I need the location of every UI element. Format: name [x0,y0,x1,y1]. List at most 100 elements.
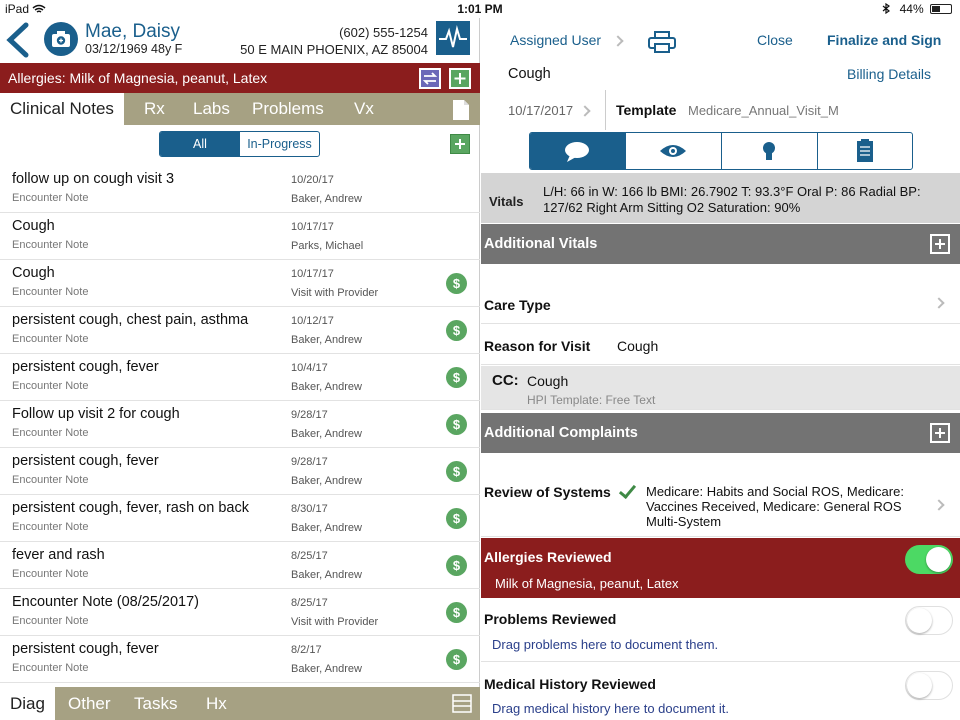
swap-button[interactable] [419,68,441,89]
ideas-view-button[interactable] [721,133,817,169]
close-button[interactable]: Close [757,32,793,48]
battery-icon [930,4,952,14]
add-allergy-button[interactable] [449,68,471,89]
note-list-item[interactable]: Cough Encounter Note 10/17/17 Parks, Michae… [0,213,480,260]
tab-rx[interactable]: Rx [144,93,165,125]
reason-row[interactable]: Reason for Visit Cough [481,325,960,365]
view-switcher [529,132,913,170]
tab-problems[interactable]: Problems [252,93,324,125]
note-provider: Baker, Andrew [291,193,362,205]
battery-status: 44% [882,2,952,16]
battery-percent: 44% [899,2,924,16]
chat-view-button[interactable] [530,133,625,169]
vitals-value: L/H: 66 in W: 166 lb BMI: 26.7902 T: 93.… [543,184,921,215]
note-type: Encounter Note [12,380,89,392]
printer-icon[interactable] [647,30,677,54]
note-title: persistent cough, fever, rash on back [12,500,249,516]
note-list-item[interactable]: Follow up visit 2 for cough Encounter Not… [0,401,480,448]
care-type-row[interactable]: Care Type [481,284,960,324]
eye-icon [660,145,686,157]
note-type: Encounter Note [12,192,89,204]
tab-tasks[interactable]: Tasks [134,687,177,720]
layout-toggle-icon[interactable] [452,694,472,713]
note-list-item[interactable]: persistent cough, fever Encounter Note 10/… [0,354,480,401]
note-list-item[interactable]: persistent cough, fever Encounter Note 8/2… [0,636,480,683]
vitals-row[interactable]: Vitals L/H: 66 in W: 166 lb BMI: 26.7902… [481,173,960,223]
template-label: Template [616,102,677,118]
note-type: Encounter Note [12,286,89,298]
lightbulb-icon [763,142,775,160]
note-provider: Baker, Andrew [291,475,362,487]
tab-labs[interactable]: Labs [193,93,230,125]
patient-avatar[interactable] [44,22,78,56]
medhx-drop-hint[interactable]: Drag medical history here to document it… [492,701,729,716]
status-bar: iPad 1:01 PM 44% [0,0,960,18]
template-value[interactable]: Medicare_Annual_Visit_M [688,103,839,118]
tab-other[interactable]: Other [68,687,111,720]
note-list-item[interactable]: follow up on cough visit 3 Encounter Note… [0,166,480,213]
patient-name[interactable]: Mae, Daisy [85,21,180,43]
billing-details-link[interactable]: Billing Details [847,66,931,82]
note-list-item[interactable]: persistent cough, chest pain, asthma Enco… [0,307,480,354]
document-icon[interactable] [452,99,470,121]
billing-dollar-icon[interactable]: $ [446,414,467,435]
hpi-template: HPI Template: Free Text [527,393,656,407]
note-provider: Visit with Provider [291,287,379,299]
note-provider: Visit with Provider [291,616,379,628]
billing-dollar-icon[interactable]: $ [446,508,467,529]
add-note-button[interactable] [450,134,470,154]
allergies-reviewed-toggle[interactable] [905,545,953,574]
tab-diag[interactable]: Diag [0,687,55,720]
tab-hx[interactable]: Hx [206,687,227,720]
note-date: 8/30/17 [291,503,328,515]
additional-complaints-label: Additional Complaints [484,425,638,441]
problems-reviewed-toggle[interactable] [905,606,953,635]
tab-clinical-notes[interactable]: Clinical Notes [0,93,124,125]
finalize-sign-button[interactable]: Finalize and Sign [827,32,941,48]
preview-view-button[interactable] [625,133,721,169]
medhx-reviewed-label: Medical History Reviewed [484,676,656,692]
billing-dollar-icon[interactable]: $ [446,649,467,670]
note-title: persistent cough, fever [12,641,159,657]
note-title: fever and rash [12,547,105,563]
allergies-list: Milk of Magnesia, peanut, Latex [495,576,679,591]
patient-dob: 03/12/1969 48y F [85,42,183,56]
problems-reviewed-label: Problems Reviewed [484,611,617,627]
filter-all[interactable]: All [160,132,240,156]
tab-vx[interactable]: Vx [354,93,374,125]
note-type: Encounter Note [12,239,89,251]
add-complaint-button[interactable] [930,423,950,443]
note-list-item[interactable]: Encounter Note (08/25/2017) Encounter Not… [0,589,480,636]
clipboard-icon [857,139,873,162]
billing-dollar-icon[interactable]: $ [446,602,467,623]
back-chevron-icon[interactable] [4,22,32,58]
visit-title: Cough [508,66,551,82]
billing-dollar-icon[interactable]: $ [446,273,467,294]
review-of-systems-row[interactable]: Review of Systems Medicare: Habits and S… [481,471,960,537]
billing-dollar-icon[interactable]: $ [446,367,467,388]
filter-in-progress[interactable]: In-Progress [240,132,319,156]
billing-dollar-icon[interactable]: $ [446,320,467,341]
assigned-user-link[interactable]: Assigned User [510,32,601,48]
problems-reviewed-row: Problems Reviewed Drag problems here to … [481,599,960,662]
medhx-reviewed-toggle[interactable] [905,671,953,700]
note-list-item[interactable]: persistent cough, fever, rash on back Enc… [0,495,480,542]
camera-add-icon [52,31,70,47]
note-list-item[interactable]: persistent cough, fever Encounter Note 9/2… [0,448,480,495]
note-list-item[interactable]: fever and rash Encounter Note 8/25/17 Baker… [0,542,480,589]
note-type: Encounter Note [12,521,89,533]
billing-dollar-icon[interactable]: $ [446,555,467,576]
add-vitals-button[interactable] [930,234,950,254]
allergies-reviewed-row: Allergies Reviewed Milk of Magnesia, pea… [481,538,960,598]
problems-drop-hint[interactable]: Drag problems here to document them. [492,637,718,652]
allergy-banner: Allergies: Milk of Magnesia, peanut, Lat… [0,63,480,93]
visit-date[interactable]: 10/17/2017 [508,103,573,118]
chief-complaint-row[interactable]: CC: Cough HPI Template: Free Text [481,366,960,410]
bottom-tab-bar: Diag Other Tasks Hx [0,687,480,720]
additional-complaints-bar: Additional Complaints [481,413,960,453]
note-list-item[interactable]: Cough Encounter Note 10/17/17 Visit with Pr… [0,260,480,307]
ecg-button[interactable] [436,21,470,55]
clipboard-view-button[interactable] [817,133,912,169]
note-type: Encounter Note [12,662,89,674]
billing-dollar-icon[interactable]: $ [446,461,467,482]
